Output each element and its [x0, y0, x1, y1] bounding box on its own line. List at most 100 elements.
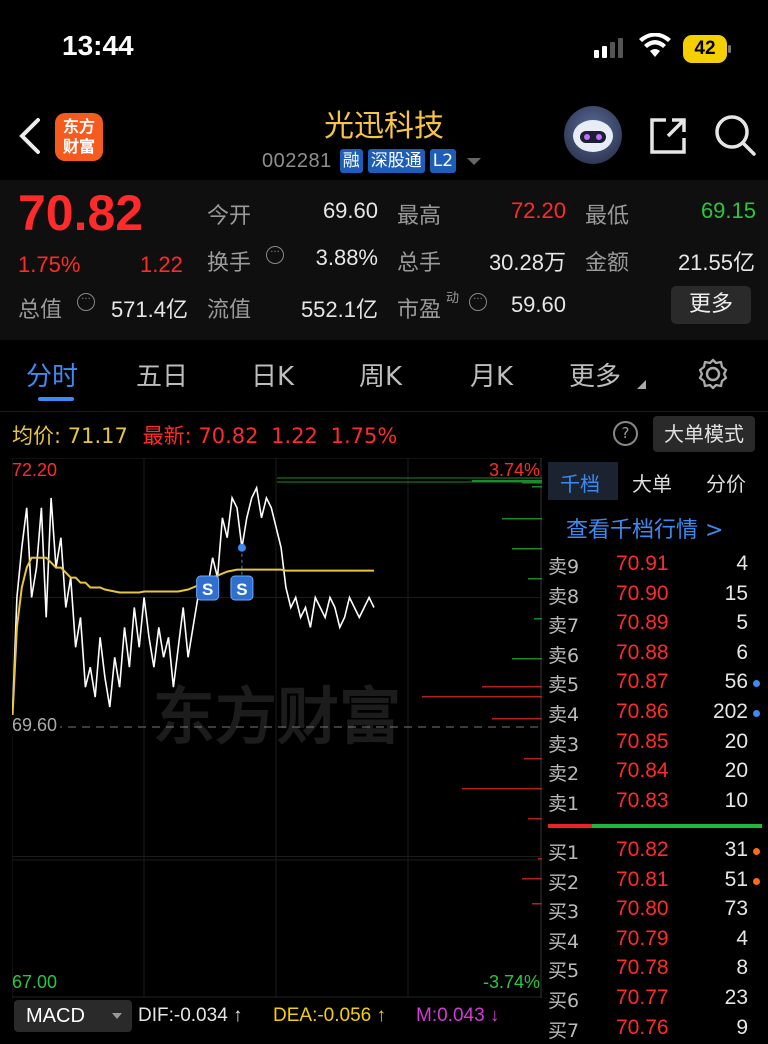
high-label: 最高 — [397, 204, 442, 229]
bid-price: 70.76 — [616, 1015, 669, 1039]
bid-row[interactable]: 买4 70.79 4 — [548, 927, 768, 955]
order-dot-icon — [753, 877, 760, 885]
bid-price: 70.81 — [616, 867, 669, 891]
tab-weekly-k[interactable]: 周K — [359, 356, 402, 393]
ask-volume: 5 — [736, 611, 748, 635]
bid-volume: 8 — [736, 956, 748, 980]
tab-large-orders[interactable]: 大单 — [632, 468, 672, 497]
tag-margin: 融 — [339, 149, 363, 173]
change-amount: 1.22 — [140, 252, 183, 277]
depth-bar — [462, 788, 542, 790]
macd-m: M:0.043 ↓ — [416, 1005, 500, 1026]
bid-row[interactable]: 买5 70.78 8 — [548, 956, 768, 984]
ask-row[interactable]: 卖6 70.88 6 — [548, 641, 768, 669]
ask-price: 70.89 — [616, 611, 669, 635]
ask-level: 卖9 — [548, 556, 580, 578]
corner-triangle-icon — [637, 380, 646, 389]
depth-bar — [422, 696, 542, 698]
tab-daily-k[interactable]: 日K — [251, 356, 294, 393]
ask-volume: 6 — [736, 640, 748, 664]
ask-row[interactable]: 卖2 70.84 20 — [548, 759, 768, 787]
amount-value: 21.55亿 — [677, 250, 755, 275]
ask-row[interactable]: 卖7 70.89 5 — [548, 611, 768, 639]
bid-row[interactable]: 买2 70.81 51 — [548, 868, 768, 896]
help-icon[interactable]: ? — [613, 421, 638, 446]
ask-level: 卖8 — [548, 585, 580, 608]
indicator-select-value: MACD — [26, 1005, 85, 1027]
more-button[interactable]: 更多 — [671, 286, 751, 324]
bid-price: 70.79 — [616, 926, 669, 950]
big-order-mode-button[interactable]: 大单模式 — [653, 416, 755, 452]
battery-level: 42 — [683, 35, 727, 63]
indicator-select[interactable]: MACD — [14, 1000, 132, 1032]
ask-row[interactable]: 卖5 70.87 56 — [548, 670, 768, 698]
settings-gear-icon[interactable] — [696, 357, 730, 391]
tab-price-dist[interactable]: 分价 — [706, 468, 746, 497]
chevron-down-icon — [467, 157, 482, 165]
macd-dif: DIF:-0.034 ↑ — [138, 1005, 243, 1026]
intraday-chart[interactable]: 东方财富 S S 72.20 69.60 67.00 3.74% -3.74% — [11, 457, 542, 998]
watermark: 东方财富 — [153, 680, 401, 753]
ask-level: 卖4 — [548, 704, 580, 726]
depth-bar — [492, 718, 542, 720]
stock-sub-row[interactable]: 002281 融 深股通 L2 — [262, 147, 482, 175]
ask-level: 卖5 — [548, 674, 580, 697]
ask-volume: 15 — [724, 581, 748, 605]
bid-row[interactable]: 买7 70.76 9 — [548, 1016, 768, 1044]
info-icon[interactable]: ··· — [469, 293, 487, 311]
info-icon[interactable]: ··· — [266, 246, 284, 264]
tab-more[interactable]: 更多 — [569, 356, 621, 393]
ask-volume: 20 — [724, 729, 748, 753]
ask-row[interactable]: 卖1 70.83 10 — [548, 789, 768, 817]
depth-bar — [532, 486, 542, 488]
bid-row[interactable]: 买1 70.82 31 — [548, 838, 768, 866]
status-bar: 13:44 42 — [0, 0, 768, 96]
status-time: 13:44 — [62, 30, 134, 61]
open-label: 今开 — [207, 204, 252, 229]
last-price: 70.82 — [18, 185, 144, 241]
tab-intraday[interactable]: 分时 — [26, 356, 78, 393]
ask-level: 卖7 — [548, 615, 580, 638]
bid-volume: 23 — [724, 986, 748, 1009]
sell-marker-label: S — [202, 580, 213, 599]
stock-code: 002281 — [262, 149, 332, 172]
change-percent: 1.75% — [18, 252, 81, 277]
y-axis-bottom: 67.00 — [12, 972, 58, 992]
tab-underline — [38, 397, 74, 401]
latest-change: 1.22 — [271, 424, 318, 448]
tab-monthly-k[interactable]: 月K — [470, 356, 513, 393]
tab-five-day[interactable]: 五日 — [136, 356, 188, 393]
depth-bar — [502, 518, 542, 520]
bid-volume: 4 — [736, 926, 748, 950]
bid-row[interactable]: 买6 70.77 23 — [548, 986, 768, 1014]
low-value: 69.15 — [700, 198, 756, 223]
ask-row[interactable]: 卖8 70.90 15 — [548, 582, 768, 610]
latest-pct: 1.75% — [330, 424, 398, 448]
bid-level: 买3 — [548, 901, 580, 924]
ask-row[interactable]: 卖9 70.91 4 — [548, 552, 768, 580]
pct-axis-bottom: -3.74% — [482, 972, 540, 992]
bid-level: 买5 — [548, 960, 580, 983]
bid-price: 70.77 — [616, 986, 669, 1009]
bid-row[interactable]: 买3 70.80 73 — [548, 897, 768, 925]
search-icon[interactable] — [712, 112, 758, 158]
ask-row[interactable]: 卖3 70.85 20 — [548, 730, 768, 758]
turnover-label: 换手 — [207, 251, 252, 276]
bid-level: 买1 — [548, 842, 580, 864]
depth-bar — [524, 758, 542, 760]
info-icon[interactable]: ··· — [77, 293, 95, 311]
open-value: 69.60 — [322, 198, 378, 223]
share-icon[interactable] — [646, 114, 690, 158]
ask-row[interactable]: 卖4 70.86 202 — [548, 700, 768, 728]
view-depth-link[interactable]: 查看千档行情 > — [566, 512, 723, 544]
depth-bar — [512, 548, 542, 550]
avg-value: 71.17 — [67, 424, 128, 448]
assistant-avatar[interactable] — [564, 106, 622, 164]
tab-depth[interactable]: 千档 — [560, 468, 600, 497]
bid-volume: 51 — [724, 867, 748, 891]
ask-level: 卖2 — [548, 763, 580, 786]
macd-dea: DEA:-0.056 ↑ — [273, 1005, 386, 1026]
tag-connect: 深股通 — [367, 149, 425, 173]
cellular-signal-icon — [594, 38, 623, 58]
bid-ask-ratio-bar — [548, 824, 762, 828]
